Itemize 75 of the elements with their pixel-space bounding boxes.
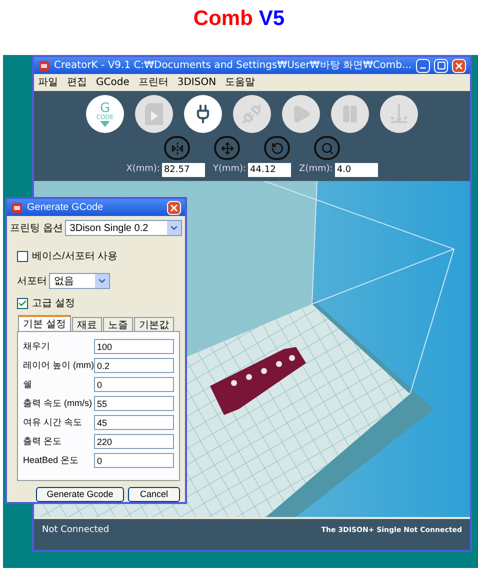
dropdown-value: 없음 — [54, 274, 74, 288]
minimize-button[interactable] — [416, 58, 430, 72]
mirror-icon — [170, 142, 184, 154]
view-tool-button[interactable] — [264, 136, 290, 160]
view-tool-button[interactable] — [214, 136, 240, 160]
coordinate-field[interactable]: 82.57 — [162, 163, 205, 177]
move-icon — [220, 142, 234, 154]
zoom-icon — [320, 142, 334, 154]
coordinate-field[interactable]: 44.12 — [248, 163, 292, 177]
setting-label: 출력 속도 (mm/s) — [23, 396, 92, 410]
close-button[interactable] — [452, 58, 466, 72]
close-button[interactable] — [167, 200, 181, 214]
dialog-button[interactable]: Cancel — [128, 487, 180, 502]
checkbox-label: 고급 설정 — [32, 297, 75, 311]
menu-item[interactable]: 도움말 — [225, 75, 256, 90]
gcode-letter: G — [100, 102, 110, 114]
menu-item[interactable]: 프린터 — [138, 75, 168, 90]
setting-label: HeatBed 온도 — [23, 454, 79, 467]
dialog-title: Generate GCode — [27, 201, 104, 215]
close-icon — [454, 60, 464, 70]
setting-field[interactable]: 0.2 — [94, 358, 174, 373]
view-tool-button[interactable] — [164, 136, 190, 160]
tab[interactable]: 노즐 — [102, 317, 133, 331]
setting-field[interactable]: 45 — [94, 415, 174, 430]
setting-field[interactable]: 55 — [94, 396, 174, 411]
coordinate-label: Z(mm): — [299, 163, 333, 176]
rotate-icon — [270, 142, 284, 154]
toolbar-button[interactable] — [184, 95, 222, 133]
field-label: 프린팅 옵션 — [10, 222, 63, 236]
check-icon — [18, 299, 27, 308]
app-logo-icon — [11, 202, 23, 214]
page-title: Comb — [193, 6, 253, 32]
setting-field[interactable]: 220 — [94, 434, 174, 449]
setting-label: 출력 온도 — [23, 434, 62, 448]
dropdown[interactable]: 없음 — [49, 273, 110, 289]
status-text: Not Connected — [42, 524, 110, 537]
page-title: V5 — [258, 6, 285, 32]
coordinate-label: X(mm): — [126, 163, 160, 176]
chevron-down-icon — [169, 223, 179, 233]
dropdown-value: 3Dison Single 0.2 — [70, 222, 148, 236]
maximize-icon — [436, 61, 446, 70]
maximize-button[interactable] — [434, 58, 448, 72]
pause-icon — [340, 104, 360, 124]
field-label: 서포터 — [17, 274, 47, 288]
view-tool-button[interactable] — [314, 136, 340, 160]
tab[interactable]: 기본값 — [134, 317, 174, 331]
checkbox[interactable] — [17, 298, 28, 309]
unplug-icon — [242, 104, 262, 124]
setting-label: 채우기 — [23, 340, 50, 353]
menu-item[interactable]: 3DISON — [177, 75, 216, 90]
tab[interactable]: 기본 설정 — [18, 315, 71, 331]
setting-field[interactable]: 0 — [94, 377, 174, 392]
close-icon — [169, 202, 179, 212]
coordinate-label: Y(mm): — [212, 163, 246, 176]
dialog-button[interactable]: Generate Gcode — [36, 487, 124, 502]
setting-label: 레이어 높이 (mm) — [23, 358, 94, 372]
window-title: CreatorK - V9.1 C:₩Documents and Settings₩User₩바탕 화면₩Comb... — [54, 59, 412, 73]
menu-item[interactable]: 파일 — [38, 75, 58, 90]
checkbox-label: 베이스/서포터 사용 — [32, 250, 118, 264]
menu-item[interactable]: 편집 — [67, 75, 87, 90]
menu-item[interactable]: GCode — [96, 75, 130, 90]
setting-label: 여유 시간 속도 — [23, 416, 82, 429]
coordinate-field[interactable]: 4.0 — [334, 163, 378, 177]
setting-field[interactable]: 0 — [94, 453, 174, 468]
dropdown[interactable]: 3Dison Single 0.2 — [64, 220, 182, 236]
setting-label: 쉘 — [23, 378, 32, 391]
play-icon — [291, 104, 311, 124]
chevron-down-icon — [97, 276, 107, 286]
setting-field[interactable]: 100 — [94, 339, 174, 354]
checkbox[interactable] — [17, 251, 28, 262]
tab[interactable]: 재료 — [72, 317, 102, 331]
app-logo-icon — [38, 60, 50, 72]
memory-card-icon — [145, 103, 163, 125]
nozzle-level-icon — [388, 103, 410, 125]
down-triangle-icon — [100, 120, 110, 126]
